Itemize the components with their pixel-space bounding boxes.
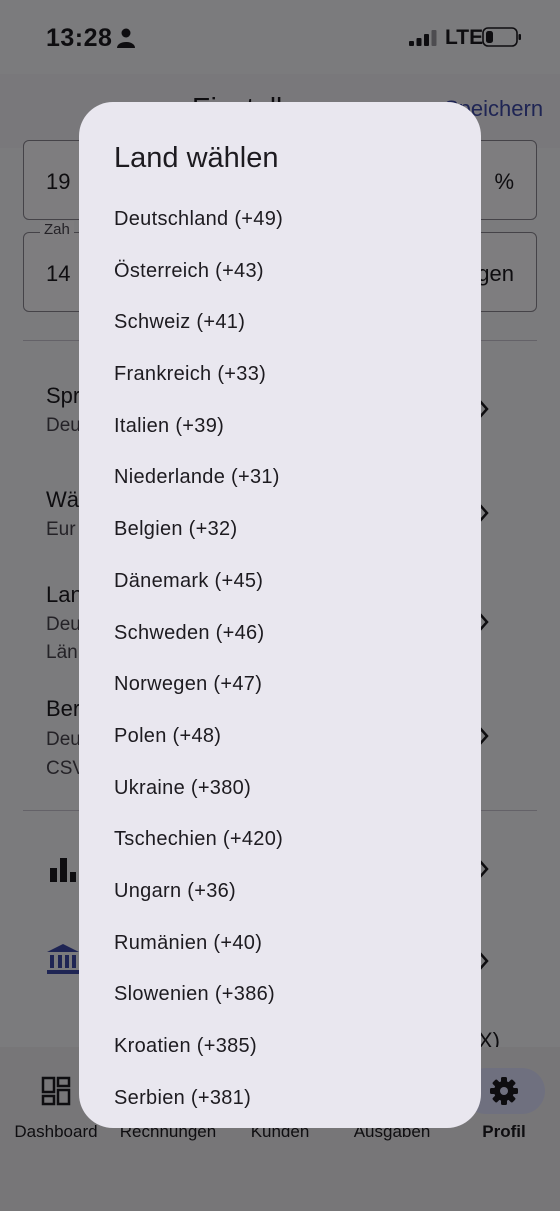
country-list: Deutschland (+49) Österreich (+43) Schweiz… bbox=[79, 194, 481, 1124]
country-option[interactable]: Norwegen (+47) bbox=[79, 659, 481, 711]
country-option[interactable]: Belgien (+32) bbox=[79, 504, 481, 556]
country-option[interactable]: Dänemark (+45) bbox=[79, 556, 481, 608]
country-option[interactable]: Rumänien (+40) bbox=[79, 918, 481, 970]
country-option[interactable]: Italien (+39) bbox=[79, 401, 481, 453]
country-option[interactable]: Österreich (+43) bbox=[79, 246, 481, 298]
country-option[interactable]: Deutschland (+49) bbox=[79, 194, 481, 246]
country-option[interactable]: Ukraine (+380) bbox=[79, 763, 481, 815]
country-option[interactable]: Schweiz (+41) bbox=[79, 297, 481, 349]
country-option[interactable]: Ungarn (+36) bbox=[79, 866, 481, 918]
country-option[interactable]: Serbien (+381) bbox=[79, 1073, 481, 1125]
country-option[interactable]: Polen (+48) bbox=[79, 711, 481, 763]
country-option[interactable]: Tschechien (+420) bbox=[79, 814, 481, 866]
dialog-title: Land wählen bbox=[114, 142, 279, 174]
country-picker-dialog: Land wählen Deutschland (+49) Österreich … bbox=[79, 102, 481, 1128]
country-option[interactable]: Schweden (+46) bbox=[79, 608, 481, 660]
country-option[interactable]: Kroatien (+385) bbox=[79, 1021, 481, 1073]
country-option[interactable]: Niederlande (+31) bbox=[79, 452, 481, 504]
country-option[interactable]: Frankreich (+33) bbox=[79, 349, 481, 401]
country-option[interactable]: Slowenien (+386) bbox=[79, 969, 481, 1021]
